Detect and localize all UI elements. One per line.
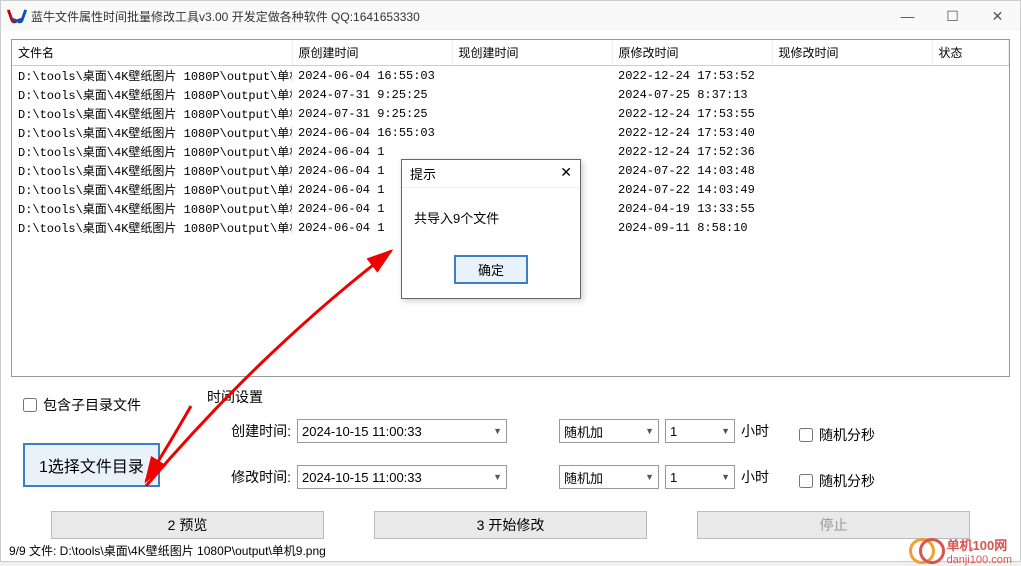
status-text: 9/9 文件: D:\tools\桌面\4K壁纸图片 1080P\output\… [9, 542, 326, 559]
watermark-icon [909, 538, 941, 562]
column-header[interactable]: 文件名 [12, 40, 292, 66]
table-row[interactable]: D:\tools\桌面\4K壁纸图片 1080P\output\单机...202… [12, 85, 1009, 104]
titlebar: 蓝牛文件属性时间批量修改工具v3.00 开发定做各种软件 QQ:16416533… [1, 1, 1020, 31]
window-title: 蓝牛文件属性时间批量修改工具v3.00 开发定做各种软件 QQ:16416533… [31, 8, 885, 25]
app-logo-icon [9, 8, 25, 24]
table-row[interactable]: D:\tools\桌面\4K壁纸图片 1080P\output\单机...202… [12, 66, 1009, 86]
chevron-down-icon: ▼ [493, 472, 502, 482]
minimize-button[interactable]: — [885, 1, 930, 31]
column-header[interactable]: 原创建时间 [292, 40, 452, 66]
create-time-input[interactable]: 2024-10-15 11:00:33▼ [297, 419, 507, 443]
modify-time-label: 修改时间: [221, 467, 291, 487]
column-header[interactable]: 原修改时间 [612, 40, 772, 66]
dialog-message: 共导入9个文件 [402, 188, 580, 247]
create-mode-select[interactable]: 随机加▼ [559, 419, 659, 443]
create-hours-select[interactable]: 1▼ [665, 419, 735, 443]
column-header[interactable]: 现修改时间 [772, 40, 932, 66]
hours-unit-label: 小时 [741, 421, 769, 441]
preview-button[interactable]: 2 预览 [51, 511, 324, 539]
chevron-down-icon: ▼ [645, 426, 654, 436]
modify-time-input[interactable]: 2024-10-15 11:00:33▼ [297, 465, 507, 489]
column-header[interactable]: 现创建时间 [452, 40, 612, 66]
dialog-close-button[interactable]: ✕ [560, 164, 572, 183]
create-random-sec-checkbox[interactable]: 随机分秒 [799, 425, 875, 445]
table-row[interactable]: D:\tools\桌面\4K壁纸图片 1080P\output\单机...202… [12, 104, 1009, 123]
modify-hours-select[interactable]: 1▼ [665, 465, 735, 489]
maximize-button[interactable]: ☐ [930, 1, 975, 31]
stop-button[interactable]: 停止 [697, 511, 970, 539]
watermark: 单机100网 danji100.com [909, 535, 1012, 566]
message-dialog: 提示 ✕ 共导入9个文件 确定 [401, 159, 581, 299]
create-time-label: 创建时间: [221, 421, 291, 441]
column-header[interactable]: 状态 [932, 40, 1009, 66]
select-directory-button[interactable]: 1选择文件目录 [23, 443, 160, 487]
chevron-down-icon: ▼ [645, 472, 654, 482]
chevron-down-icon: ▼ [721, 426, 730, 436]
dialog-ok-button[interactable]: 确定 [454, 255, 528, 284]
include-subdir-checkbox[interactable]: 包含子目录文件 [23, 395, 141, 415]
hours-unit-label: 小时 [741, 467, 769, 487]
start-button[interactable]: 3 开始修改 [374, 511, 647, 539]
chevron-down-icon: ▼ [493, 426, 502, 436]
chevron-down-icon: ▼ [721, 472, 730, 482]
dialog-title: 提示 [410, 164, 436, 183]
include-subdir-label: 包含子目录文件 [43, 395, 141, 415]
close-button[interactable]: ✕ [975, 1, 1020, 31]
time-settings-label: 时间设置 [207, 387, 1010, 407]
table-row[interactable]: D:\tools\桌面\4K壁纸图片 1080P\output\单机...202… [12, 123, 1009, 142]
modify-mode-select[interactable]: 随机加▼ [559, 465, 659, 489]
modify-random-sec-checkbox[interactable]: 随机分秒 [799, 471, 875, 491]
